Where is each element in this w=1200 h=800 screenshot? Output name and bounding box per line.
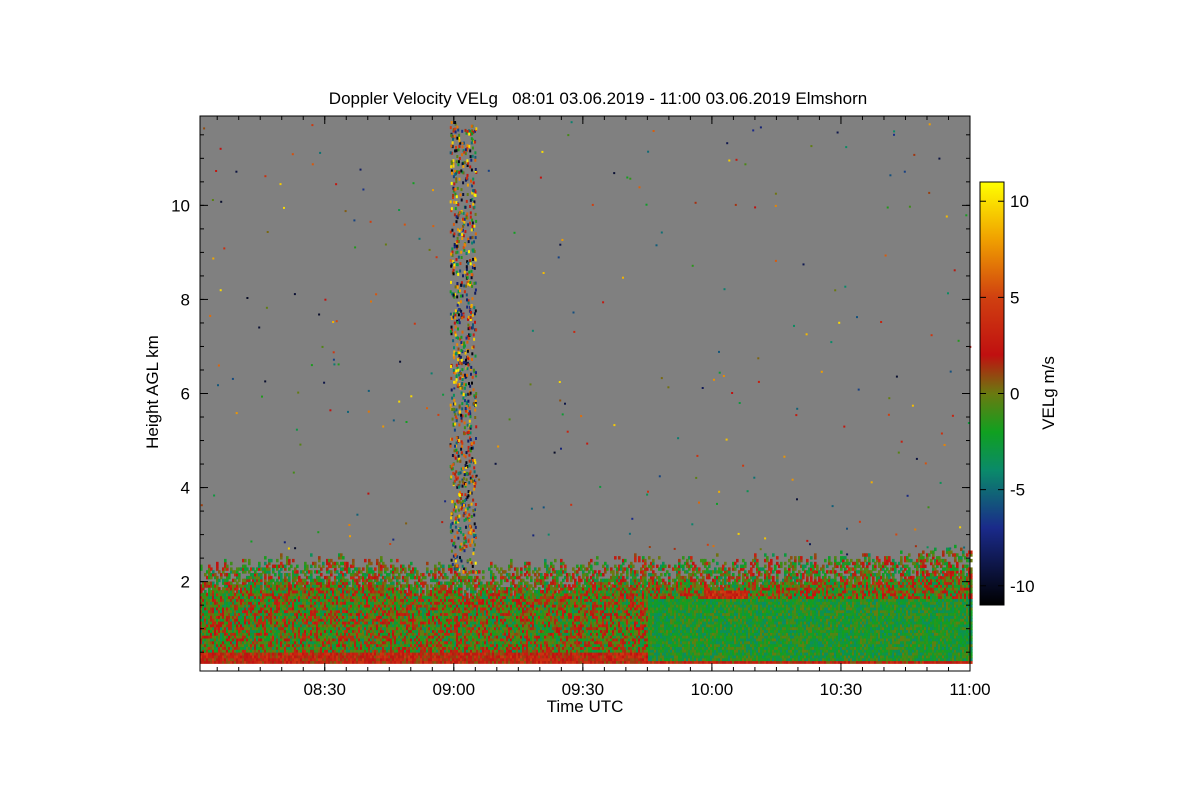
heatmap-cell bbox=[510, 558, 513, 563]
heatmap-cell bbox=[270, 558, 273, 563]
heatmap-cell bbox=[380, 556, 383, 560]
heatmap-cell bbox=[424, 575, 427, 580]
heatmap-cell bbox=[292, 558, 295, 563]
heatmap-plot: 08:30 09:00 09:30 10:00 10:30 11:00 246810 bbox=[171, 115, 991, 699]
heatmap-cell bbox=[478, 570, 481, 574]
heatmap-cell bbox=[416, 570, 419, 574]
heatmap-cell bbox=[296, 570, 299, 574]
heatmap-cell bbox=[276, 558, 279, 563]
heatmap-cell bbox=[482, 575, 485, 580]
heatmap-cell bbox=[362, 567, 365, 571]
heatmap-cell bbox=[226, 564, 229, 569]
heatmap-cell bbox=[274, 573, 277, 577]
heatmap-cell bbox=[446, 575, 449, 580]
heatmap-cell bbox=[466, 592, 469, 597]
heatmap-cell bbox=[258, 561, 261, 566]
heatmap-cell bbox=[396, 567, 399, 571]
heatmap-cell bbox=[374, 567, 377, 571]
heatmap-cell bbox=[422, 590, 425, 594]
doppler-velocity-figure: Doppler Velocity VELg 08:01 03.06.2019 -… bbox=[0, 0, 1200, 800]
heatmap-cell bbox=[248, 558, 251, 563]
heatmap-cell bbox=[314, 561, 317, 566]
heatmap-cell bbox=[352, 558, 355, 563]
heatmap-cell bbox=[322, 561, 325, 566]
heatmap-cell bbox=[426, 567, 429, 571]
heatmap-cell bbox=[410, 561, 413, 566]
heatmap-cell bbox=[386, 567, 389, 571]
heatmap-cell bbox=[346, 561, 349, 566]
heatmap-cell bbox=[288, 573, 291, 577]
heatmap-cell bbox=[230, 561, 233, 566]
heatmap-cell bbox=[216, 561, 219, 566]
heatmap-cell bbox=[482, 570, 485, 574]
heatmap-cell bbox=[490, 561, 493, 566]
heatmap-cell bbox=[280, 573, 283, 577]
heatmap-cell bbox=[310, 553, 313, 557]
chart-title: Doppler Velocity VELg 08:01 03.06.2019 -… bbox=[329, 89, 867, 108]
heatmap-cell bbox=[426, 561, 429, 566]
heatmap-cell bbox=[472, 570, 475, 574]
heatmap-cell bbox=[392, 581, 395, 585]
heatmap-cell bbox=[426, 584, 429, 588]
heatmap-cell bbox=[330, 570, 333, 574]
heatmap-cell bbox=[396, 558, 399, 563]
heatmap-cell bbox=[370, 561, 373, 566]
heatmap-cell bbox=[342, 556, 345, 560]
heatmap-cell bbox=[364, 558, 367, 563]
heatmap-cell bbox=[224, 558, 227, 563]
heatmap-cell bbox=[288, 558, 291, 563]
heatmap-cell bbox=[290, 564, 293, 569]
heatmap-cell bbox=[494, 575, 497, 580]
heatmap-cell bbox=[404, 567, 407, 571]
heatmap-cell bbox=[306, 564, 309, 569]
heatmap-cell bbox=[442, 564, 445, 569]
heatmap-cell bbox=[268, 567, 271, 571]
heatmap-cell bbox=[318, 556, 321, 560]
heatmap-cell bbox=[244, 558, 247, 563]
heatmap-cell bbox=[296, 564, 299, 569]
heatmap-cell bbox=[310, 570, 313, 574]
heatmap-cell bbox=[320, 573, 323, 577]
heatmap-cell bbox=[280, 553, 283, 557]
heatmap-cell bbox=[390, 558, 393, 563]
heatmap-cell bbox=[348, 581, 351, 585]
heatmap-cell bbox=[264, 556, 267, 560]
heatmap-cell bbox=[238, 573, 241, 577]
